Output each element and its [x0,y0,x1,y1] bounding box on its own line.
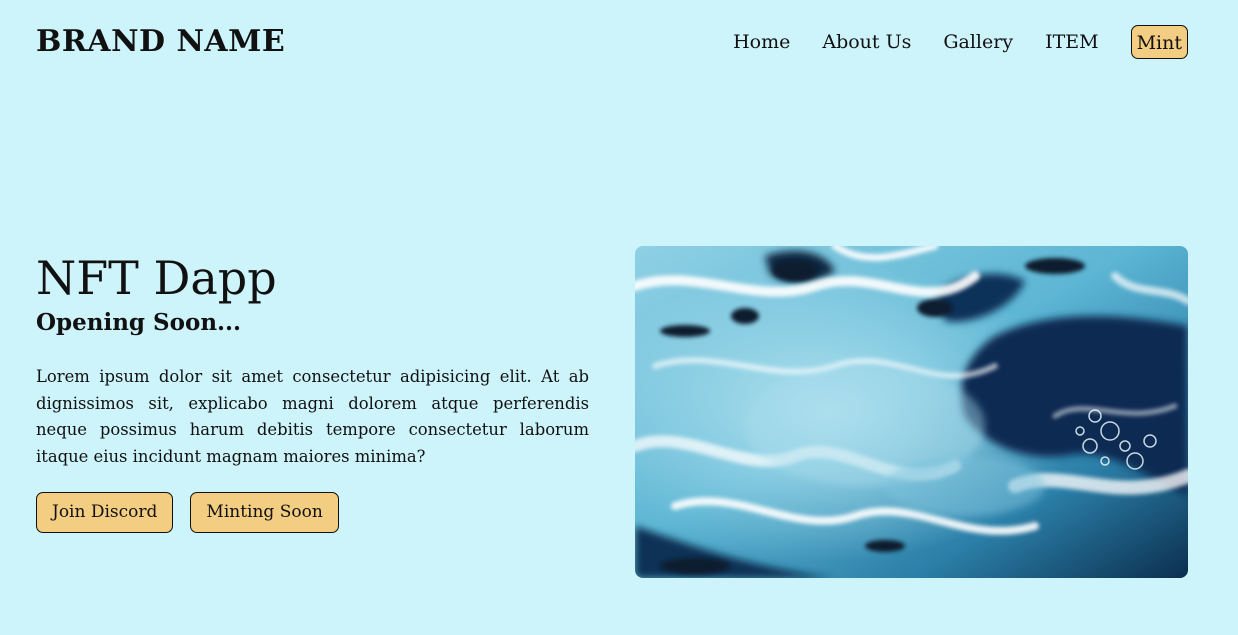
hero-title: NFT Dapp [36,251,277,305]
nav-about-link[interactable]: About Us [822,24,911,60]
hero-section: NFT Dapp Opening Soon... Lorem ipsum dol… [36,250,589,533]
main-nav: Home About Us Gallery ITEM Mint [733,24,1188,60]
minting-soon-button[interactable]: Minting Soon [190,492,339,533]
site-header: BRAND NAME Home About Us Gallery ITEM Mi… [0,0,1238,90]
hero-subtitle: Opening Soon... [36,309,242,336]
nav-gallery-link[interactable]: Gallery [943,24,1013,60]
hero-description: Lorem ipsum dolor sit amet consectetur a… [36,367,589,466]
mint-button[interactable]: Mint [1130,25,1188,59]
hero-artwork-image [635,246,1188,578]
brand-logo[interactable]: BRAND NAME [36,22,285,62]
hero-buttons: Join Discord Minting Soon [36,492,589,533]
join-discord-button[interactable]: Join Discord [36,492,174,533]
nav-home-link[interactable]: Home [733,24,790,60]
nav-item-link[interactable]: ITEM [1045,24,1099,60]
